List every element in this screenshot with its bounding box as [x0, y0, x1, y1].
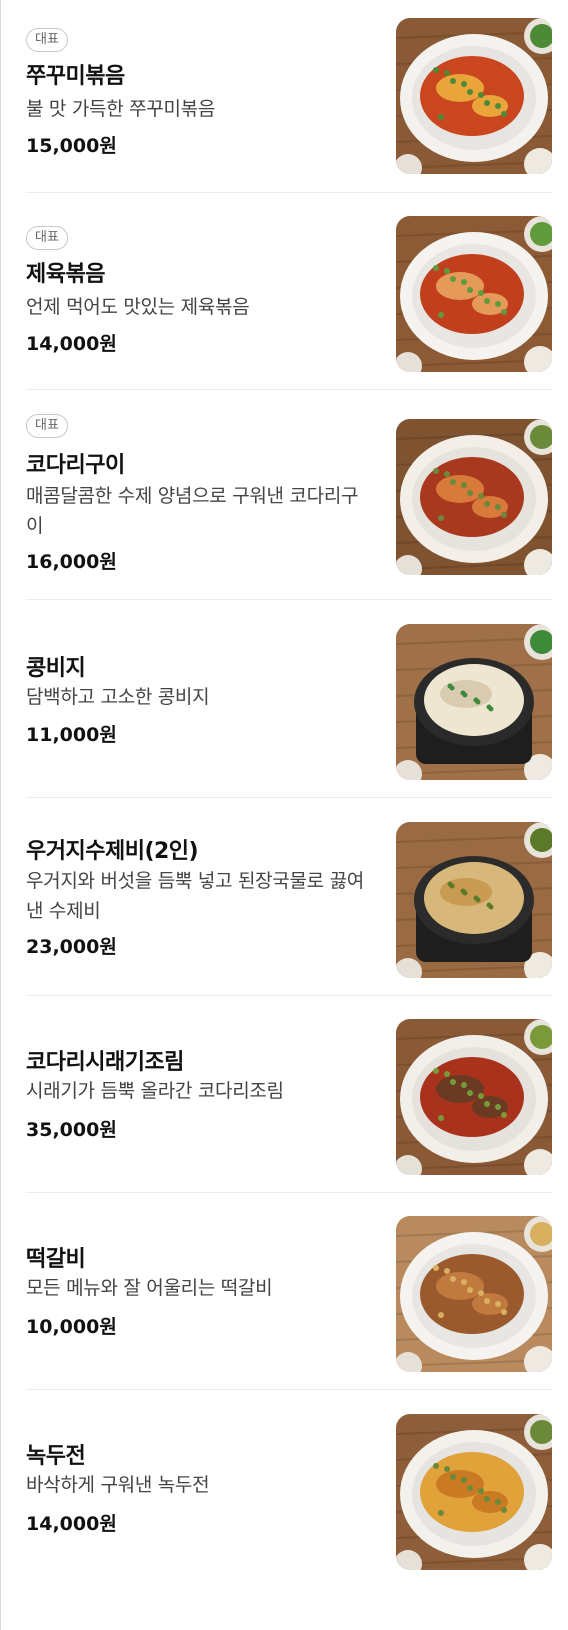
- menu-item-price: 14,000원: [26, 333, 117, 355]
- menu-item[interactable]: 대표 코다리구이 매콤달콤한 수제 양념으로 구워낸 코다리구이 16,000원: [26, 390, 552, 600]
- menu-item-name: 콩비지: [26, 656, 86, 681]
- jeyuk-dish-photo: [396, 216, 552, 372]
- kongbiji-stew-photo: [396, 624, 552, 780]
- menu-item[interactable]: 콩비지 담백하고 고소한 콩비지 11,000원: [26, 600, 552, 798]
- menu-item-price: 10,000원: [26, 1316, 117, 1338]
- menu-item-price: 35,000원: [26, 1119, 117, 1141]
- menu-item-price: 23,000원: [26, 936, 117, 958]
- menu-item-name: 코다리구이: [26, 453, 125, 478]
- menu-item-description: 모든 메뉴와 잘 어울리는 떡갈비: [26, 1277, 273, 1299]
- menu-item-description: 언제 먹어도 맛있는 제육볶음: [26, 296, 250, 318]
- menu-item[interactable]: 대표 제육볶음 언제 먹어도 맛있는 제육볶음 14,000원: [26, 193, 552, 390]
- menu-item-description: 바삭하게 구워낸 녹두전: [26, 1474, 210, 1496]
- menu-item[interactable]: 녹두전 바삭하게 구워낸 녹두전 14,000원: [26, 1390, 552, 1630]
- signature-badge: 대표: [26, 226, 68, 250]
- menu-item[interactable]: 코다리시래기조림 시래기가 듬뿍 올라간 코다리조림 35,000원: [26, 996, 552, 1193]
- menu-item-description: 시래기가 듬뿍 올라간 코다리조림: [26, 1080, 284, 1102]
- menu-item-name: 떡갈비: [26, 1247, 86, 1272]
- menu-item[interactable]: 우거지수제비(2인) 우거지와 버섯을 듬뿍 넣고 된장국물로 끓여낸 수제비 …: [26, 798, 552, 996]
- jjukkumi-dish-photo: [396, 18, 552, 174]
- menu-item[interactable]: 대표 쭈꾸미볶음 불 맛 가득한 쭈꾸미볶음 15,000원: [26, 0, 552, 193]
- kodari-jorim-photo: [396, 1019, 552, 1175]
- menu-item-price: 11,000원: [26, 724, 117, 746]
- signature-badge: 대표: [26, 28, 68, 52]
- menu-item[interactable]: 떡갈비 모든 메뉴와 잘 어울리는 떡갈비 10,000원: [26, 1193, 552, 1390]
- menu-item-price: 15,000원: [26, 135, 117, 157]
- signature-badge: 대표: [26, 414, 68, 438]
- menu-item-name: 우거지수제비(2인): [26, 839, 199, 864]
- menu-item-name: 쭈꾸미볶음: [26, 64, 125, 89]
- tteokgalbi-plate-photo: [396, 1216, 552, 1372]
- kodari-grill-photo: [396, 419, 552, 575]
- menu-item-description: 담백하고 고소한 콩비지: [26, 686, 210, 708]
- menu-item-name: 제육볶음: [26, 262, 105, 287]
- sujebi-pot-photo: [396, 822, 552, 978]
- left-edge-border: [0, 0, 1, 1630]
- menu-item-description: 우거지와 버섯을 듬뿍 넣고 된장국물로 끓여낸 수제비: [26, 870, 364, 922]
- menu-item-name: 녹두전: [26, 1444, 86, 1469]
- menu-item-description: 불 맛 가득한 쭈꾸미볶음: [26, 98, 216, 120]
- menu-item-price: 16,000원: [26, 551, 117, 573]
- nokdujeon-plate-photo: [396, 1414, 552, 1570]
- menu-item-price: 14,000원: [26, 1513, 117, 1535]
- menu-item-name: 코다리시래기조림: [26, 1050, 184, 1075]
- menu-item-description: 매콤달콤한 수제 양념으로 구워낸 코다리구이: [26, 485, 359, 537]
